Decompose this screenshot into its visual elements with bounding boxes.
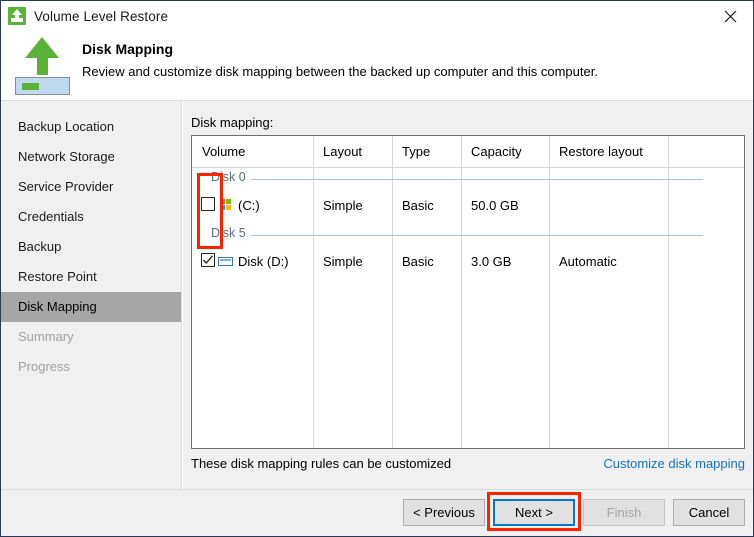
sidebar-item-restore-point[interactable]: Restore Point [1,262,181,292]
sidebar-item-label: Backup Location [18,119,115,134]
sidebar-item-label: Summary [18,329,74,344]
finish-button: Finish [583,499,665,526]
sidebar-item-backup-location[interactable]: Backup Location [1,112,181,142]
cell-capacity: 3.0 GB [471,254,512,269]
disk-mapping-pane: Disk mapping: Volume Layout Type Capacit… [183,101,753,489]
sidebar-item-label: Progress [18,359,71,374]
cell-capacity: 50.0 GB [471,198,519,213]
cell-volume: (C:) [238,198,260,213]
sidebar-item-label: Disk Mapping [18,299,97,314]
cell-type: Basic [402,198,434,213]
column-header-type[interactable]: Type [402,144,430,159]
green-up-arrow-restore-icon [14,35,72,97]
window-title: Volume Level Restore [34,8,169,24]
wizard-step-sidebar: Backup Location Network Storage Service … [1,101,182,489]
page-subtitle: Review and customize disk mapping betwee… [82,64,598,79]
sidebar-item-disk-mapping[interactable]: Disk Mapping [1,292,181,322]
sidebar-item-credentials[interactable]: Credentials [1,202,181,232]
volume-checkbox[interactable] [201,253,215,267]
sidebar-item-label: Service Provider [18,179,114,194]
dialog-header: Disk Mapping Review and customize disk m… [1,31,753,101]
sidebar-item-label: Credentials [18,209,84,224]
disk-mapping-table[interactable]: Volume Layout Type Capacity Restore layo… [191,135,745,449]
sidebar-item-backup[interactable]: Backup [1,232,181,262]
sidebar-item-progress: Progress [1,352,181,382]
disk-group-header: Disk 0 [192,168,744,189]
table-row[interactable]: Disk (D:) Simple Basic 3.0 GB Automatic [192,245,744,280]
customization-note: These disk mapping rules can be customiz… [191,456,452,471]
sidebar-item-service-provider[interactable]: Service Provider [1,172,181,202]
disk-group-label: Disk 5 [211,226,251,240]
previous-button[interactable]: < Previous [403,499,485,526]
table-row[interactable]: (C:) Simple Basic 50.0 GB [192,189,744,224]
column-header-volume[interactable]: Volume [202,144,245,159]
dialog-footer: < Previous Next > Finish Cancel [1,489,753,536]
cell-restore-layout: Automatic [559,254,617,269]
sidebar-item-label: Network Storage [18,149,115,164]
disk-mapping-label: Disk mapping: [191,115,274,130]
column-header-capacity[interactable]: Capacity [471,144,522,159]
volume-level-restore-dialog: Volume Level Restore Disk Mapping Review… [0,0,754,537]
sidebar-item-label: Restore Point [18,269,97,284]
next-button[interactable]: Next > [493,499,575,526]
column-header-layout[interactable]: Layout [323,144,362,159]
customize-disk-mapping-link[interactable]: Customize disk mapping [603,456,745,471]
sidebar-item-label: Backup [18,239,62,254]
note-row: These disk mapping rules can be customiz… [191,456,745,474]
upload-volume-icon [8,7,26,25]
cell-volume: Disk (D:) [238,254,289,269]
windows-logo-icon [220,199,231,210]
column-header-restore-layout[interactable]: Restore layout [559,144,643,159]
volume-checkbox[interactable] [201,197,215,211]
cell-type: Basic [402,254,434,269]
disk-group-header: Disk 5 [192,224,744,245]
title-bar: Volume Level Restore [1,1,753,31]
disk-drive-icon [218,257,233,266]
cell-layout: Simple [323,254,363,269]
cell-layout: Simple [323,198,363,213]
sidebar-item-summary: Summary [1,322,181,352]
cancel-button[interactable]: Cancel [673,499,745,526]
disk-group-label: Disk 0 [211,170,251,184]
close-icon[interactable] [707,1,753,31]
page-title: Disk Mapping [82,41,174,57]
sidebar-item-network-storage[interactable]: Network Storage [1,142,181,172]
table-header-row: Volume Layout Type Capacity Restore layo… [192,136,744,167]
